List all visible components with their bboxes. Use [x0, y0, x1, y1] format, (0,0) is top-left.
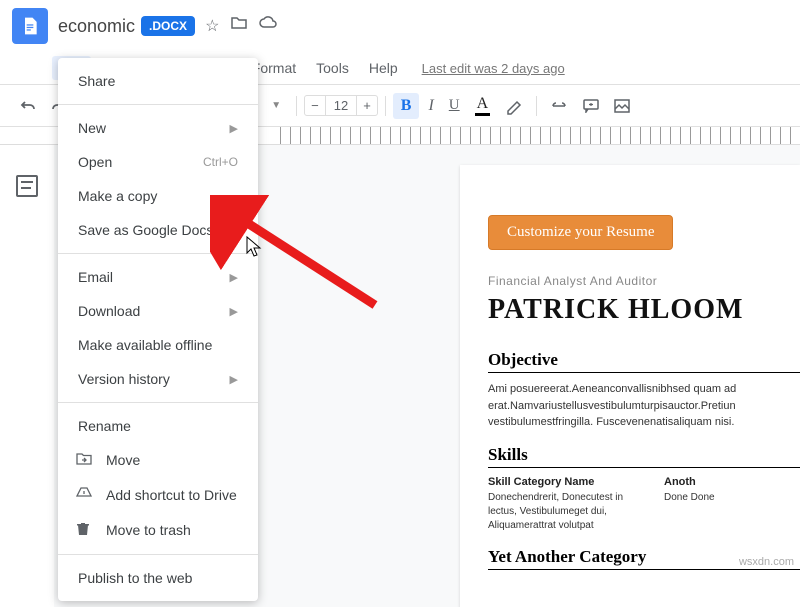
- edit-history-link[interactable]: Last edit was 2 days ago: [422, 61, 565, 76]
- separator: [58, 104, 258, 105]
- separator: [58, 402, 258, 403]
- chevron-down-icon[interactable]: ▼: [271, 100, 281, 111]
- italic-button[interactable]: I: [422, 93, 439, 119]
- menu-publish-web[interactable]: Publish to the web: [58, 561, 258, 595]
- skill-category: Skill Category Name: [488, 476, 624, 488]
- page: Customize your Resume Financial Analyst …: [460, 165, 800, 607]
- watermark: wsxdn.com: [739, 556, 794, 568]
- separator: [296, 96, 297, 116]
- submenu-arrow-icon: ▶: [230, 271, 238, 284]
- separator: [385, 96, 386, 116]
- underline-button[interactable]: U: [443, 93, 466, 118]
- menu-offline[interactable]: Make available offline: [58, 328, 258, 362]
- font-size-control[interactable]: − 12 +: [304, 95, 378, 116]
- cloud-icon[interactable]: [259, 16, 277, 36]
- text-color-button[interactable]: A: [469, 91, 497, 120]
- section-skills: Skills: [488, 445, 800, 468]
- file-dropdown-menu: Share New▶ OpenCtrl+O Make a copy Save a…: [58, 58, 258, 601]
- trash-icon: [76, 521, 92, 539]
- skill-text: Donechendrerit, Donecutest in lectus, Ve…: [488, 491, 624, 533]
- skill-category: Anoth: [664, 476, 800, 488]
- menu-version-history[interactable]: Version history▶: [58, 362, 258, 396]
- undo-icon[interactable]: [14, 95, 42, 117]
- doc-title[interactable]: economic: [58, 16, 135, 37]
- skill-text: Done Done: [664, 491, 800, 505]
- image-icon[interactable]: [608, 95, 636, 117]
- size-plus[interactable]: +: [357, 96, 377, 115]
- menu-tools[interactable]: Tools: [308, 56, 357, 80]
- menu-save-as-google-docs[interactable]: Save as Google Docs: [58, 213, 258, 247]
- folder-move-icon: [76, 452, 92, 468]
- separator: [58, 253, 258, 254]
- menu-help[interactable]: Help: [361, 56, 406, 80]
- submenu-arrow-icon: ▶: [230, 305, 238, 318]
- job-title: Financial Analyst And Auditor: [488, 274, 800, 288]
- highlight-button[interactable]: [499, 93, 529, 119]
- size-value[interactable]: 12: [325, 96, 357, 115]
- drive-shortcut-icon: [76, 486, 92, 503]
- menu-rename[interactable]: Rename: [58, 409, 258, 443]
- resume-name: PATRICK HLOOM: [488, 294, 800, 326]
- section-objective: Objective: [488, 350, 800, 373]
- star-icon[interactable]: ☆: [205, 16, 219, 36]
- submenu-arrow-icon: ▶: [230, 373, 238, 386]
- move-folder-icon[interactable]: [231, 16, 247, 36]
- docx-badge: .DOCX: [141, 16, 195, 36]
- link-icon[interactable]: [544, 97, 574, 115]
- menu-share[interactable]: Share: [58, 64, 258, 98]
- size-minus[interactable]: −: [305, 96, 325, 115]
- docs-logo[interactable]: [12, 8, 48, 44]
- separator: [536, 96, 537, 116]
- objective-text: Ami posuereerat.Aeneanconvallisnibhsed q…: [488, 381, 800, 431]
- bold-button[interactable]: B: [393, 93, 420, 119]
- menu-make-copy[interactable]: Make a copy: [58, 179, 258, 213]
- menu-move[interactable]: Move: [58, 443, 258, 477]
- menu-move-trash[interactable]: Move to trash: [58, 512, 258, 548]
- outline-icon[interactable]: [16, 175, 38, 197]
- menu-open[interactable]: OpenCtrl+O: [58, 145, 258, 179]
- submenu-arrow-icon: ▶: [230, 122, 238, 135]
- menu-new[interactable]: New▶: [58, 111, 258, 145]
- menu-email[interactable]: Email▶: [58, 260, 258, 294]
- customize-resume-button[interactable]: Customize your Resume: [488, 215, 673, 250]
- menu-add-shortcut[interactable]: Add shortcut to Drive: [58, 477, 258, 512]
- separator: [58, 554, 258, 555]
- comment-icon[interactable]: [577, 95, 605, 117]
- menu-download[interactable]: Download▶: [58, 294, 258, 328]
